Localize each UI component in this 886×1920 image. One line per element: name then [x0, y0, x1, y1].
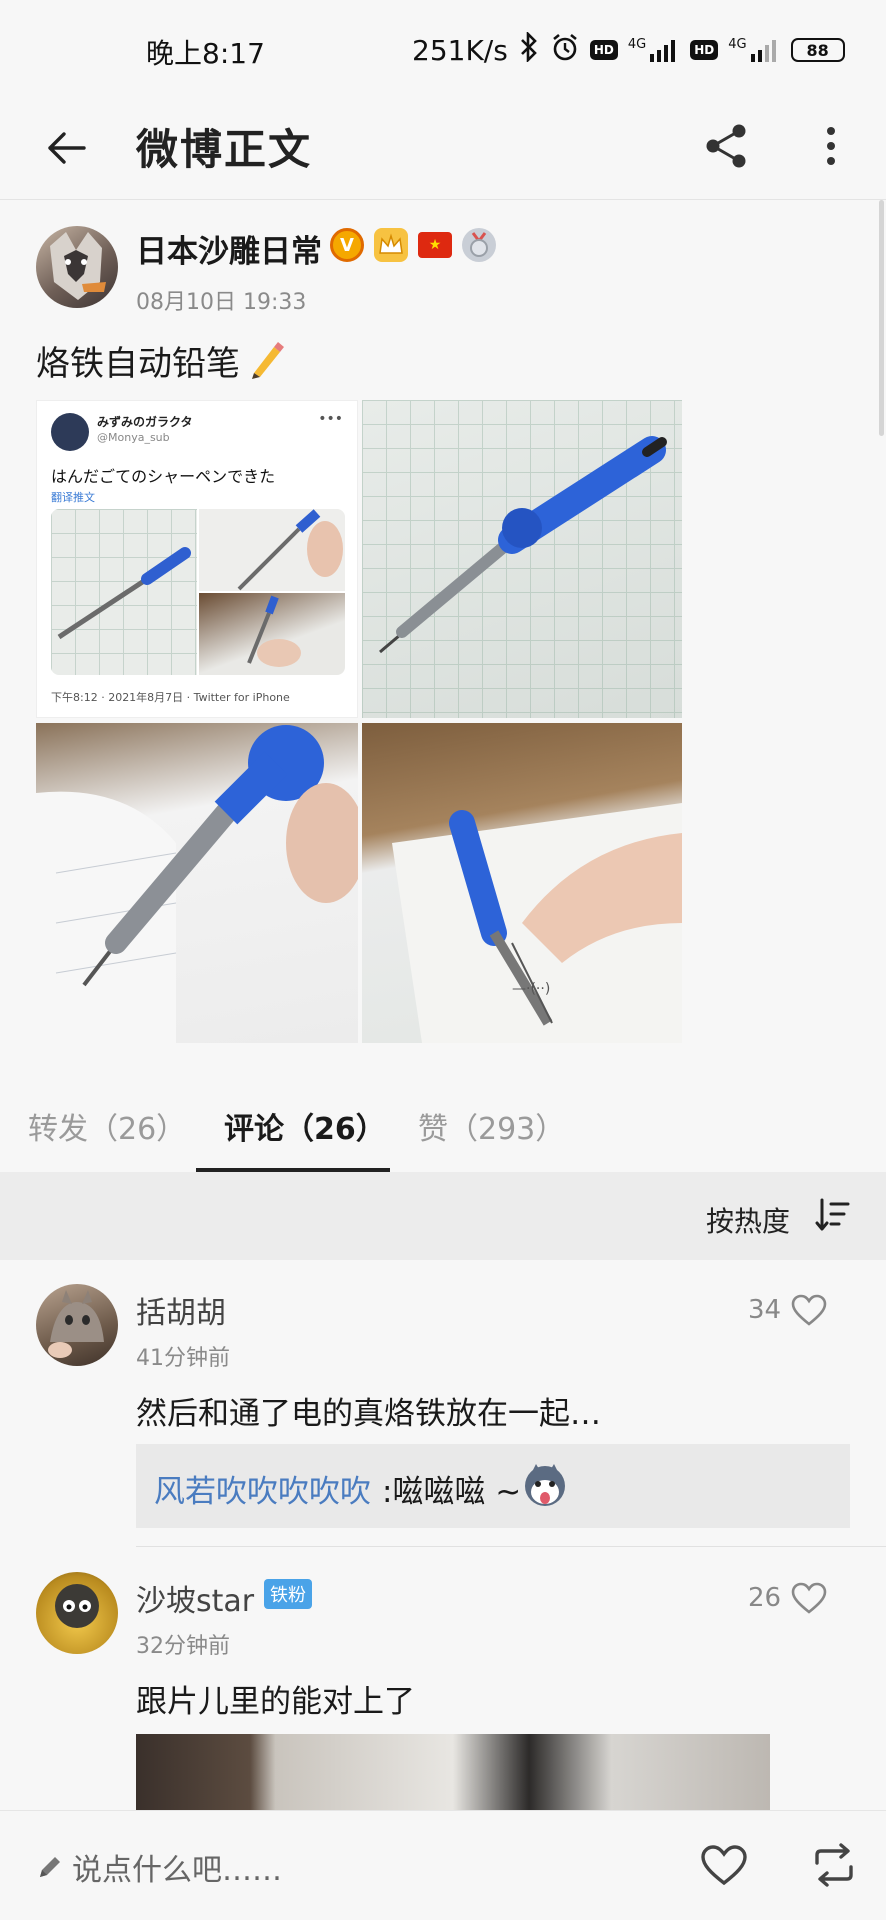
tab-repost[interactable]: 转发（26）	[28, 1104, 186, 1148]
medal-icon	[462, 228, 496, 262]
more-vertical-icon	[827, 127, 835, 165]
sort-icon[interactable]	[814, 1198, 850, 1236]
sort-bar: 按热度	[0, 1172, 886, 1260]
author-avatar[interactable]	[36, 226, 118, 308]
signal-2: 4G	[728, 38, 780, 62]
post-image-3[interactable]	[36, 723, 358, 1043]
status-bar: 晚上8:17 251K/s HD 4G HD 4G 88	[0, 0, 886, 96]
tweet-translate-link: 翻译推文	[51, 491, 95, 504]
tweet-photo-3	[199, 593, 345, 675]
alarm-icon	[550, 32, 580, 69]
battery-indicator: 88	[790, 38, 845, 62]
post-image-2[interactable]	[362, 400, 682, 718]
status-icons: 251K/s HD 4G HD 4G 88	[412, 30, 845, 70]
reply-text: :嗞嗞嗞 ~	[382, 1474, 522, 1510]
share-button[interactable]	[696, 116, 756, 176]
fan-badge: 铁粉	[264, 1579, 312, 1609]
comment-like-button[interactable]: 26	[748, 1582, 827, 1614]
tweet-photo-2	[199, 509, 345, 591]
arrow-left-icon	[48, 132, 86, 164]
reply-user[interactable]: 风若吹吹吹吹吹	[154, 1466, 371, 1511]
status-time: 晚上8:17	[146, 37, 265, 70]
like-post-button[interactable]	[696, 1837, 752, 1893]
comment-image[interactable]	[136, 1734, 770, 1810]
comment-time: 32分钟前	[136, 1634, 230, 1659]
tab-like[interactable]: 赞（293）	[418, 1104, 565, 1148]
comment-like-count: 26	[748, 1583, 782, 1613]
signal-bars-1-icon	[650, 40, 676, 62]
hd-badge-1: HD	[589, 40, 618, 60]
page-title: 微博正文	[136, 125, 313, 174]
nav-bar: 微博正文	[0, 96, 886, 200]
verified-icon: V	[330, 228, 364, 262]
china-flag-icon: ★	[418, 232, 452, 258]
comment-reply-box[interactable]: 风若吹吹吹吹吹 :嗞嗞嗞 ~	[136, 1444, 850, 1528]
hd-badge-2: HD	[690, 40, 719, 60]
author-name[interactable]: 日本沙雕日常	[136, 226, 322, 271]
tweet-meta: 下午8:12 · 2021年8月7日 · Twitter for iPhone	[51, 691, 290, 704]
tweet-more-icon: •••	[318, 411, 343, 427]
crown-icon	[374, 228, 408, 262]
tweet-author: みずみのガラクタ	[97, 415, 193, 429]
comment-author[interactable]: 括胡胡	[136, 1288, 226, 1332]
tab-comment[interactable]: 评论（26）	[224, 1104, 386, 1148]
heart-icon	[791, 1294, 827, 1326]
network-type-2: 4G	[728, 37, 747, 52]
comment-text: 然后和通了电的真烙铁放在一起…	[136, 1396, 601, 1432]
heart-icon	[791, 1582, 827, 1614]
repost-icon	[815, 1843, 853, 1887]
tweet-handle: @Monya_sub	[97, 431, 170, 444]
comment-text: 跟片儿里的能对上了	[136, 1684, 415, 1720]
comment-avatar[interactable]	[36, 1572, 118, 1654]
signal-bars-2-icon	[750, 40, 776, 62]
author-badges: V ★	[330, 228, 496, 262]
heart-icon	[701, 1845, 747, 1886]
bluetooth-icon	[518, 30, 540, 69]
post-time: 08月10日 19:33	[136, 290, 307, 315]
husky-emoji-icon	[522, 1462, 568, 1512]
post-text-content: 烙铁自动铅笔	[36, 344, 240, 384]
tweet-text: はんだごてのシャーペンできた	[51, 467, 276, 486]
svg-text:—·(··): —·(··)	[512, 981, 550, 997]
more-button[interactable]	[806, 116, 856, 176]
compose-placeholder: 说点什么吧……	[72, 1853, 282, 1888]
signal-1: 4G	[628, 38, 680, 62]
scrollbar[interactable]	[879, 200, 884, 436]
comment-divider	[136, 1546, 886, 1547]
repost-button[interactable]	[806, 1837, 862, 1893]
pencil-emoji-icon	[246, 341, 286, 390]
tweet-photo-1	[51, 509, 197, 675]
post-image-1[interactable]: みずみのガラクタ @Monya_sub ••• はんだごてのシャーペンできた 翻…	[36, 400, 358, 718]
network-type-1: 4G	[627, 37, 647, 52]
tweet-avatar	[51, 413, 89, 451]
post-image-4[interactable]: —·(··)	[362, 723, 682, 1043]
comment-like-count: 34	[748, 1295, 782, 1325]
post-text: 烙铁自动铅笔	[36, 336, 286, 390]
comment-list: 括胡胡 41分钟前 34 然后和通了电的真烙铁放在一起… 风若吹吹吹吹吹 :嗞嗞…	[0, 1260, 886, 1810]
comment-time: 41分钟前	[136, 1346, 230, 1371]
share-icon	[706, 124, 746, 168]
pen-icon	[40, 1857, 60, 1877]
bottom-action-bar: 说点什么吧……	[0, 1810, 886, 1920]
sort-button[interactable]: 按热度	[706, 1200, 790, 1240]
network-speed: 251K/s	[412, 33, 508, 67]
comment-avatar[interactable]	[36, 1284, 118, 1366]
comment-like-button[interactable]: 34	[748, 1294, 827, 1326]
detail-tabs: 转发（26） 评论（26） 赞（293）	[0, 1060, 886, 1173]
compose-input[interactable]: 说点什么吧……	[36, 1845, 282, 1889]
comment-author[interactable]: 沙坡star	[136, 1576, 254, 1620]
back-button[interactable]	[36, 118, 96, 178]
